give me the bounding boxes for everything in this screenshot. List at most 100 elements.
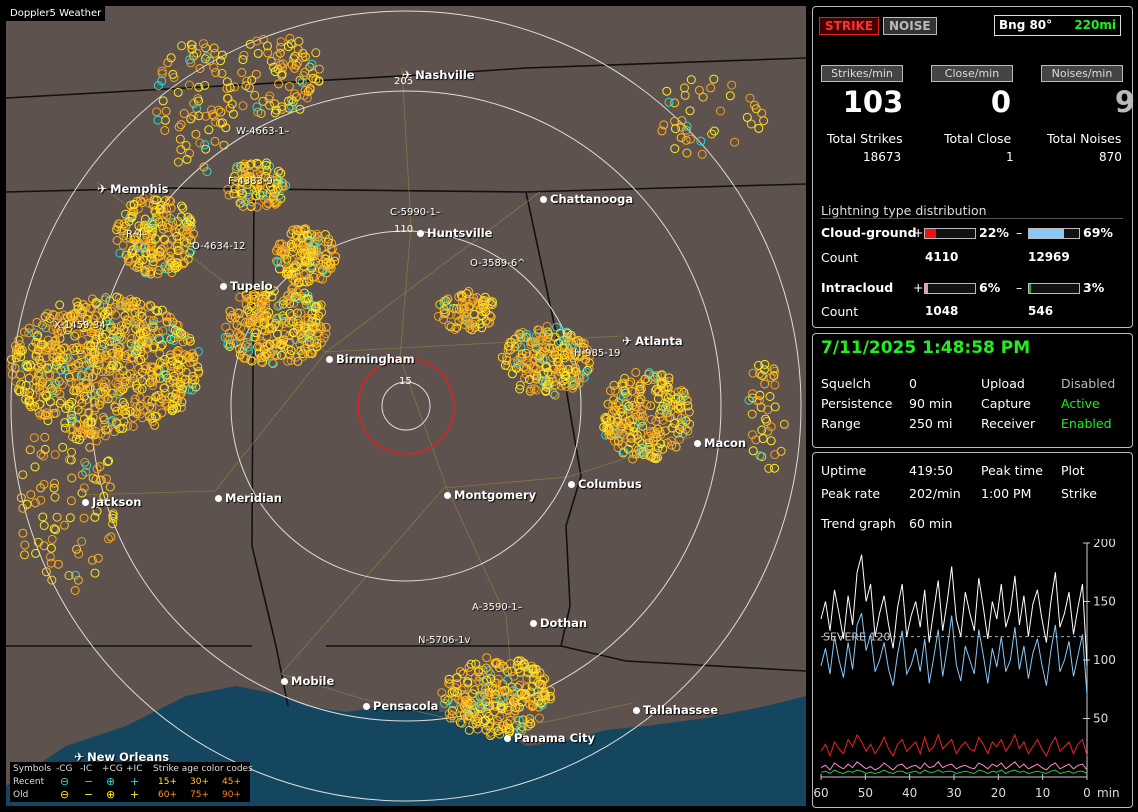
age-code: 75+ [190,790,209,800]
strike-symbol [79,483,89,493]
x-tick-label: 20 [991,786,1006,800]
city-label: Pensacola [363,699,438,713]
ic-negative-bar [1028,283,1080,294]
strike-symbol [31,548,41,558]
strike-symbol [680,90,690,100]
peak-rate-value: 202/min [909,486,961,501]
noise-button[interactable]: NOISE [883,17,937,35]
strike-symbol [177,41,187,51]
city-name: Huntsville [427,226,493,240]
x-tick-label: 0 [1083,786,1091,800]
strike-symbol [542,321,552,331]
strike-symbol [253,48,263,58]
strike-symbol [758,434,768,444]
strike-symbol [262,331,272,341]
intracloud-label: Intracloud [821,280,894,295]
strike-symbol [160,115,170,125]
strike-symbol [770,450,780,460]
strike-symbol [209,63,219,72]
strike-symbol [105,482,115,492]
city-label: ✈ Memphis [97,182,169,196]
strike-symbol [18,528,28,538]
upload-value: Disabled [1061,376,1116,391]
strike-symbol [161,106,171,116]
lightning-map[interactable]: Doppler5 Weather 205 110 15 ✈ Nashville ✈ M… [6,6,806,806]
map-title: Doppler5 Weather [6,6,106,21]
strike-symbol [725,91,735,101]
legend-age-title: Strike age color codes [153,764,253,774]
strike-symbol [35,399,44,409]
city-label: Huntsville [417,226,492,240]
storm-cell-label[interactable]: X-1459-34 [54,320,106,331]
strike-symbol [46,558,56,568]
storm-cell-label[interactable]: A-3590-1– [472,602,523,613]
strike-symbol [46,543,56,553]
strike-symbol [66,377,76,387]
city-label: Birmingham [326,352,415,366]
strike-symbols [7,33,789,741]
strike-symbol [686,134,696,144]
strike-symbol [252,102,262,112]
storm-cell-label[interactable]: O-4634-12 [192,241,246,252]
persistence-label: Persistence [821,396,893,411]
city-label: Macon [694,436,746,450]
upload-label: Upload [981,376,1025,391]
strike-symbol [29,433,39,443]
city-label: Montgomery [444,488,536,502]
strike-symbol [18,470,28,480]
map-canvas[interactable] [6,6,806,806]
cg-negative-pct: 69% [1083,225,1113,240]
receiver-value: Enabled [1061,416,1112,431]
strike-symbol [760,379,770,389]
city-label: Chattanooga [540,192,633,206]
strike-symbol [765,392,775,401]
minus-cg-recent-icon: ⊖ [60,775,70,788]
airport-icon: ✈ [97,182,108,196]
strike-symbol [160,126,170,135]
storm-cell-label[interactable]: N-5706-1v [418,635,470,646]
strike-symbol [745,93,755,103]
strike-button[interactable]: STRIKE [819,17,880,35]
strike-symbol [747,409,757,419]
storm-cell-label[interactable]: W-4663-1– [236,126,290,137]
strike-symbol [45,397,55,407]
city-name: Jackson [92,495,142,509]
capture-label: Capture [981,396,1031,411]
strike-symbol [128,422,138,431]
legend-recent-label: Recent [13,777,45,787]
storm-cell-label[interactable]: O-3589-6^ [470,258,526,269]
minus-ic-recent-icon: − [84,775,94,788]
strike-symbol [175,134,185,144]
strikes-per-min-header: Strikes/min [821,65,903,82]
strike-symbol [152,107,162,117]
storm-cell-label[interactable]: R-4– [126,229,148,240]
strike-symbol [274,79,284,89]
strike-symbol [91,474,101,484]
storm-cell-label[interactable]: C-5990-1– [390,207,441,218]
strike-symbol [98,412,108,422]
strike-symbol [200,54,210,64]
cg-positive-count: 4110 [925,250,959,264]
city-label: Meridian [215,491,282,505]
strike-symbol [55,300,65,310]
minus-cg-old-icon: ⊖ [60,788,70,801]
city-label: Tupelo [220,279,273,293]
strike-symbol [174,122,184,132]
city-name: Tupelo [230,279,273,293]
divider [821,218,1123,219]
strike-symbol [54,376,64,386]
city-dot-icon [540,196,547,203]
strike-symbol [216,56,225,66]
strike-symbol [458,669,468,679]
storm-cell-label[interactable]: F-4383-9 [228,176,273,187]
cloud-ground-label: Cloud-ground [821,225,917,240]
strike-symbol [284,81,294,91]
cg-negative-bar [1028,228,1080,239]
city-name: Memphis [110,182,169,196]
storm-cell-label[interactable]: H-985-19 [574,348,621,359]
strike-symbol [52,512,62,522]
legend-col: +CG [102,764,123,774]
city-label: ✈ Nashville [402,68,475,82]
strike-symbol [251,69,261,79]
close-per-min-header: Close/min [931,65,1013,82]
